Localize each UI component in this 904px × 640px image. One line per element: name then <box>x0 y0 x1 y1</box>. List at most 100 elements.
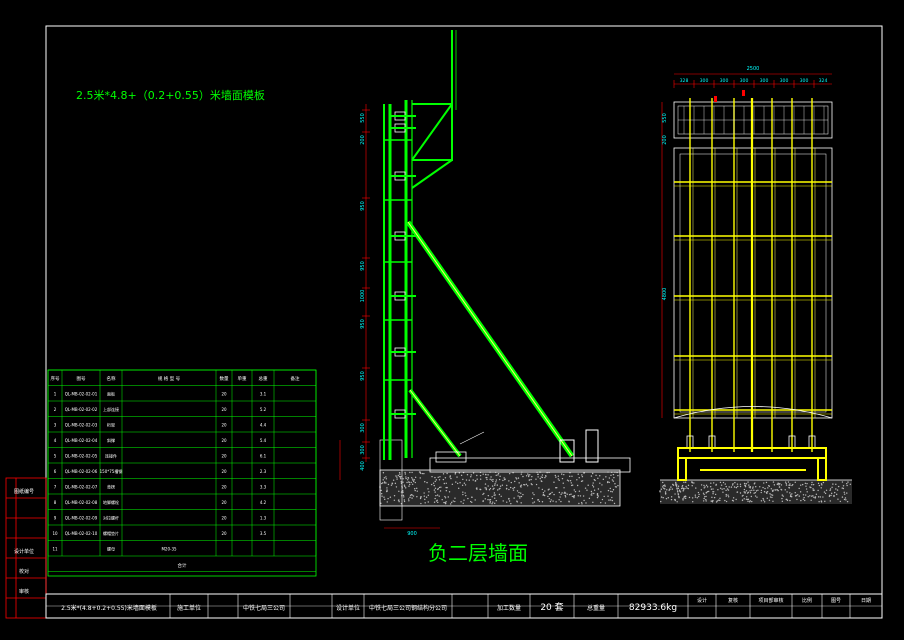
construction-unit-value: 中铁七局三公司 <box>243 604 285 612</box>
sign-label: 比例 <box>802 597 812 604</box>
base-leg-right <box>817 457 827 481</box>
anchor-bolt <box>585 429 599 463</box>
table-cell: 20 <box>221 454 227 459</box>
table-cell: 3.3 <box>260 485 267 490</box>
table-cell: QL-MB-02-02-07 <box>65 485 98 490</box>
table-total-label: 合计 <box>178 562 187 569</box>
table-cell: 2.3 <box>260 469 267 474</box>
elevation-ground-fill <box>660 480 852 504</box>
vertical-dimension: 950 <box>360 319 366 329</box>
left-strip-label: 图纸编号 <box>14 488 34 495</box>
table-cell: 20 <box>221 469 227 474</box>
table-cell: QL-MB-02-02-10 <box>65 531 98 536</box>
cad-viewport[interactable]: 图纸编号 设计单位 校对 审核 2.5米*4.8+（0.2+0.55）米墙面模板… <box>0 0 904 640</box>
table-header: 序号 <box>51 375 60 382</box>
horizontal-dimension: 300 <box>740 78 749 84</box>
upper-truss-brace-2 <box>411 159 453 189</box>
table-cell: 面板 <box>107 391 115 397</box>
table-cell: 桁架 <box>107 422 115 428</box>
sign-label: 设计 <box>697 597 707 604</box>
table-cell: 6.1 <box>260 454 267 459</box>
table-cell: 5.4 <box>260 438 267 443</box>
sign-label: 图号 <box>831 598 841 604</box>
right-dimensions: 2500 328 300 300 300 300 300 300 324 550 200 4800 <box>661 66 832 418</box>
table-cell: QL-MB-02-02-08 <box>65 500 98 505</box>
table-cell: 对拉螺杆 <box>103 515 119 521</box>
design-unit-label: 设计单位 <box>336 604 360 612</box>
quantity-value: 20 套 <box>540 601 563 613</box>
sheet-frame <box>45 25 883 619</box>
table-cell: 1.3 <box>260 516 267 521</box>
table-cell: 上部连接 <box>103 406 119 412</box>
table-cell: QL-MB-02-02-04 <box>65 438 98 443</box>
table-cell: 20 <box>221 438 227 443</box>
left-strip-label: 校对 <box>19 568 29 575</box>
table-header: 总重 <box>259 375 268 382</box>
table-header: 备注 <box>291 375 300 382</box>
horizontal-dimension: 300 <box>720 78 729 84</box>
table-cell: 背楞 <box>107 484 115 490</box>
vertical-dimension: 4800 <box>662 288 668 301</box>
table-cell: 150*75槽钢 <box>100 468 123 474</box>
weight-value: 82933.6kg <box>629 603 677 613</box>
drawing-title-note: 2.5米*4.8+（0.2+0.55）米墙面模板 <box>76 88 265 102</box>
table-cell: 5.2 <box>260 407 267 412</box>
table-cell: QL-MB-02-02-05 <box>65 454 98 459</box>
table-cell: 4 <box>54 438 57 443</box>
top-dimension: 2500 <box>747 66 760 72</box>
table-cell: 20 <box>221 500 227 505</box>
table-cell: 连接件 <box>105 453 117 459</box>
table-cell: 20 <box>221 531 227 536</box>
table-cell: QL-MB-02-02-06 <box>65 469 98 474</box>
horizontal-dimension: 300 <box>780 78 789 84</box>
table-cell: 螺帽垫片 <box>103 530 119 536</box>
base-dimension: 900 <box>407 531 417 537</box>
table-cell: 9 <box>54 516 57 521</box>
table-cell: 11 <box>52 547 58 552</box>
table-cell: 螺母 <box>107 546 115 552</box>
table-cell: 3.1 <box>260 392 267 397</box>
table-cell: QL-MB-02-02-09 <box>65 516 98 521</box>
table-header: 规 格 型 号 <box>158 375 181 382</box>
horizontal-dimension: 300 <box>760 78 769 84</box>
title-name: 2.5米*(4.8+0.2+0.55)米墙面模板 <box>61 604 157 612</box>
sign-label: 日期 <box>861 598 871 604</box>
table-cell: QL-MB-02-02-03 <box>65 423 98 428</box>
vertical-dimension: 950 <box>360 371 366 381</box>
table-cell: 20 <box>221 392 227 397</box>
table-cell: 6 <box>54 469 57 474</box>
vertical-dimension: 550 <box>360 113 366 123</box>
leader-line <box>459 431 485 445</box>
title-block: 2.5米*(4.8+0.2+0.55)米墙面模板 施工单位 中铁七局三公司 设计单位 中… <box>45 593 883 619</box>
table-cell: 斜撑 <box>107 437 115 443</box>
table-header: 名称 <box>107 375 116 382</box>
section-label: 负二层墙面 <box>428 541 528 565</box>
vertical-dimension: 200 <box>360 135 366 145</box>
base-leg-left <box>677 457 687 481</box>
table-cell: 5 <box>54 454 57 459</box>
table-cell: 4.2 <box>260 500 267 505</box>
table-cell: 2 <box>54 407 57 412</box>
quantity-label: 加工数量 <box>497 604 521 612</box>
horizontal-dimension: 324 <box>819 78 828 84</box>
table-header: 单重 <box>238 375 247 382</box>
table-cell: 20 <box>221 516 227 521</box>
vertical-dimension: 300 <box>360 445 366 455</box>
front-elevation-view: 2500 328 300 300 300 300 300 300 324 550 200 4800 <box>659 66 852 504</box>
table-cell: QL-MB-02-02-01 <box>65 392 98 397</box>
sign-label: 复核 <box>728 597 738 604</box>
table-cell: M20-35 <box>161 547 177 552</box>
vertical-dimension: 200 <box>662 135 668 145</box>
horizontal-dimension: 300 <box>700 78 709 84</box>
table-cell: QL-MB-02-02-02 <box>65 407 98 412</box>
upper-truss-brace <box>411 103 453 161</box>
table-cell: 地脚螺栓 <box>103 499 119 505</box>
table-cell: 10 <box>52 531 58 536</box>
left-strip-label: 设计单位 <box>14 548 34 555</box>
left-strip: 图纸编号 设计单位 校对 审核 <box>5 477 47 619</box>
lower-diagonal-brace-core <box>409 389 461 457</box>
horizontal-dimension: 328 <box>680 78 689 84</box>
table-cell: 3.5 <box>260 531 267 536</box>
table-cell: 7 <box>54 485 57 490</box>
table-cell: 4.4 <box>260 423 267 428</box>
